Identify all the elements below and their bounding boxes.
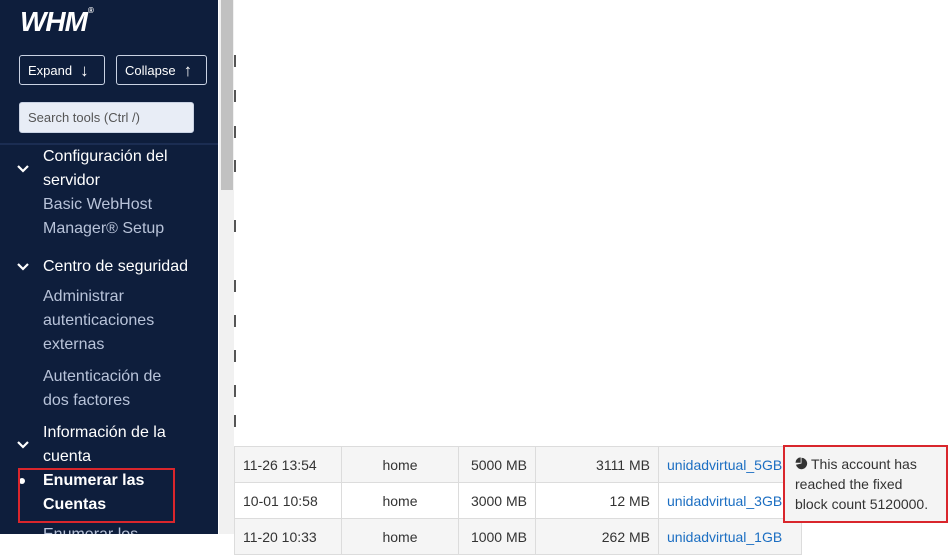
- accounts-table: 11-26 13:54 home 5000 MB 3111 MB unidadv…: [234, 446, 802, 555]
- partition-cell: home: [341, 446, 459, 483]
- item-label-line: Enumerar los: [43, 523, 208, 534]
- item-label-line: Administrar: [43, 288, 124, 305]
- table-row: 10-01 10:58 home 3000 MB 12 MB unidadvir…: [234, 482, 802, 519]
- setup-date-cell: 11-26 13:54: [234, 446, 342, 483]
- sidebar-item-autenticaciones-externas[interactable]: Administrar autenticaciones externas: [43, 285, 208, 357]
- group-title-line: cuenta: [43, 448, 92, 465]
- disk-used-cell: 3111 MB: [535, 446, 659, 483]
- group-centro-seguridad[interactable]: Centro de seguridad: [43, 255, 208, 279]
- package-cell: unidadvirtual_5GB: [658, 446, 802, 483]
- package-link[interactable]: unidadvirtual_5GB: [667, 457, 782, 473]
- group-title-line: Información de la: [43, 424, 166, 441]
- highlight-box: [18, 468, 175, 523]
- group-title-line: Centro de seguridad: [43, 258, 188, 275]
- expand-button[interactable]: Expand ↓: [19, 55, 105, 85]
- sidebar-item-basic-webhost-setup[interactable]: Basic WebHost Manager® Setup: [43, 193, 208, 241]
- arrow-down-icon: ↓: [80, 60, 89, 80]
- item-label-line: dos factores: [43, 392, 131, 409]
- package-cell: unidadvirtual_1GB: [658, 518, 802, 555]
- package-cell: unidadvirtual_3GB: [658, 482, 802, 519]
- expand-label: Expand: [28, 62, 73, 78]
- disk-used-cell: 262 MB: [535, 518, 659, 555]
- package-link[interactable]: unidadvirtual_3GB: [667, 493, 782, 509]
- sidebar-item-autenticacion-dos-factores[interactable]: Autenticación de dos factores: [43, 365, 208, 413]
- item-label-line: Manager® Setup: [43, 220, 165, 237]
- tooltip-text: This account has reached the fixed block…: [795, 456, 929, 512]
- partition-cell: home: [341, 482, 459, 519]
- group-title-line: servidor: [43, 172, 100, 189]
- collapse-button[interactable]: Collapse ↑: [116, 55, 207, 85]
- search-tools-input[interactable]: [19, 102, 194, 133]
- table-row: 11-20 10:33 home 1000 MB 262 MB unidadvi…: [234, 518, 802, 555]
- setup-date-cell: 11-20 10:33: [234, 518, 342, 555]
- group-informacion-cuenta[interactable]: Información de la cuenta: [43, 421, 208, 469]
- group-title-line: Configuración del: [43, 148, 168, 165]
- quota-cell: 3000 MB: [458, 482, 536, 519]
- chevron-down-icon[interactable]: [15, 437, 31, 453]
- chevron-down-icon[interactable]: [15, 259, 31, 275]
- group-configuracion-servidor[interactable]: Configuración del servidor: [43, 145, 208, 193]
- disk-used-cell: 12 MB: [535, 482, 659, 519]
- quota-cell: 5000 MB: [458, 446, 536, 483]
- package-link[interactable]: unidadvirtual_1GB: [667, 529, 782, 545]
- quota-cell: 1000 MB: [458, 518, 536, 555]
- whm-logo[interactable]: WHM®: [20, 6, 94, 38]
- item-label-line: Basic WebHost: [43, 196, 153, 213]
- item-label-line: autenticaciones: [43, 312, 155, 329]
- partition-cell: home: [341, 518, 459, 555]
- collapse-label: Collapse: [125, 62, 176, 78]
- item-label-line: externas: [43, 336, 105, 353]
- item-label-line: Autenticación de: [43, 368, 162, 385]
- table-row: 11-26 13:54 home 5000 MB 3111 MB unidadv…: [234, 446, 802, 483]
- sidebar: WHM® Expand ↓ Collapse ↑ Configuración d…: [0, 0, 218, 534]
- sidebar-item-enumerar-los[interactable]: Enumerar los: [43, 523, 208, 534]
- block-count-tooltip: This account has reached the fixed block…: [783, 445, 948, 523]
- chevron-down-icon[interactable]: [15, 161, 31, 177]
- arrow-up-icon: ↑: [183, 60, 193, 80]
- sidebar-scrollbar-thumb[interactable]: [221, 0, 233, 190]
- pie-chart-icon: [795, 457, 808, 470]
- setup-date-cell: 10-01 10:58: [234, 482, 342, 519]
